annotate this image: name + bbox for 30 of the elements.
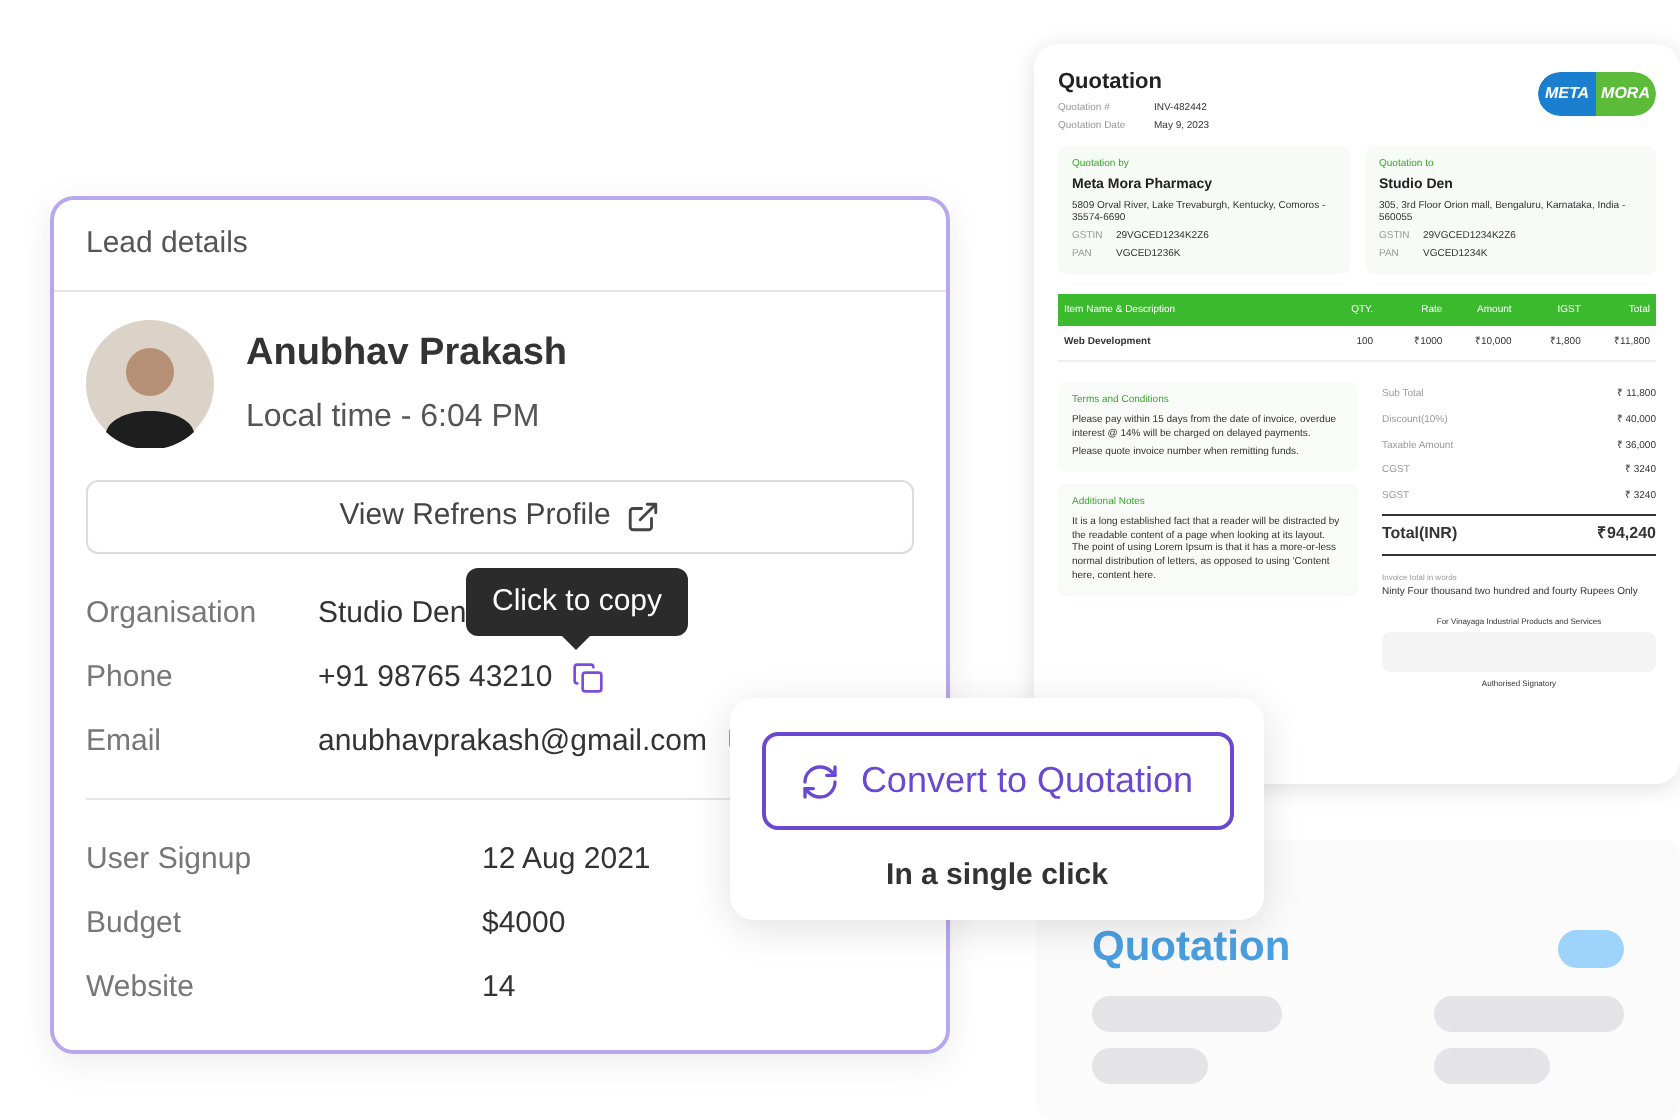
- profile-button[interactable]: View Refrens Profile: [86, 480, 914, 554]
- field-value: +91 98765 43210: [318, 657, 553, 698]
- refresh-icon: [800, 761, 841, 801]
- field-label: Phone: [86, 657, 175, 698]
- avatar-icon: [86, 320, 214, 448]
- document-title: Quotation: [1058, 68, 1164, 98]
- field-value: Studio Den: [318, 593, 467, 634]
- convert-caption: In a single click: [886, 856, 1108, 896]
- field-label: Website: [86, 967, 196, 1008]
- local-time: Local time - 6:04 PM: [246, 398, 542, 439]
- card-title: Lead details: [86, 224, 248, 265]
- tooltip: Click to copy: [466, 568, 689, 636]
- field-value: 14: [482, 967, 516, 1008]
- field-label: Budget: [86, 903, 184, 944]
- grand-total-value: ₹94,240: [1597, 523, 1656, 546]
- tooltip-arrow-icon: [562, 636, 590, 650]
- field-value: $4000: [482, 903, 566, 944]
- copy-icon[interactable]: [572, 662, 605, 694]
- external-link-icon: [626, 500, 661, 534]
- lead-name: Anubhav Prakash: [246, 329, 567, 378]
- field-label: Email: [86, 721, 164, 762]
- faded-pill: [1558, 929, 1624, 967]
- field-value: anubhavprakash@gmail.com: [318, 721, 707, 762]
- field-value: 12 Aug 2021: [482, 839, 651, 880]
- convert-button[interactable]: Convert to Quotation: [761, 732, 1233, 830]
- field-label: Organisation: [86, 593, 259, 634]
- faded-title: Quotation: [1092, 924, 1291, 972]
- grand-total-label: Total(INR): [1382, 523, 1458, 546]
- brand-logo: META MORA: [1538, 72, 1656, 116]
- field-label: User Signup: [86, 839, 254, 880]
